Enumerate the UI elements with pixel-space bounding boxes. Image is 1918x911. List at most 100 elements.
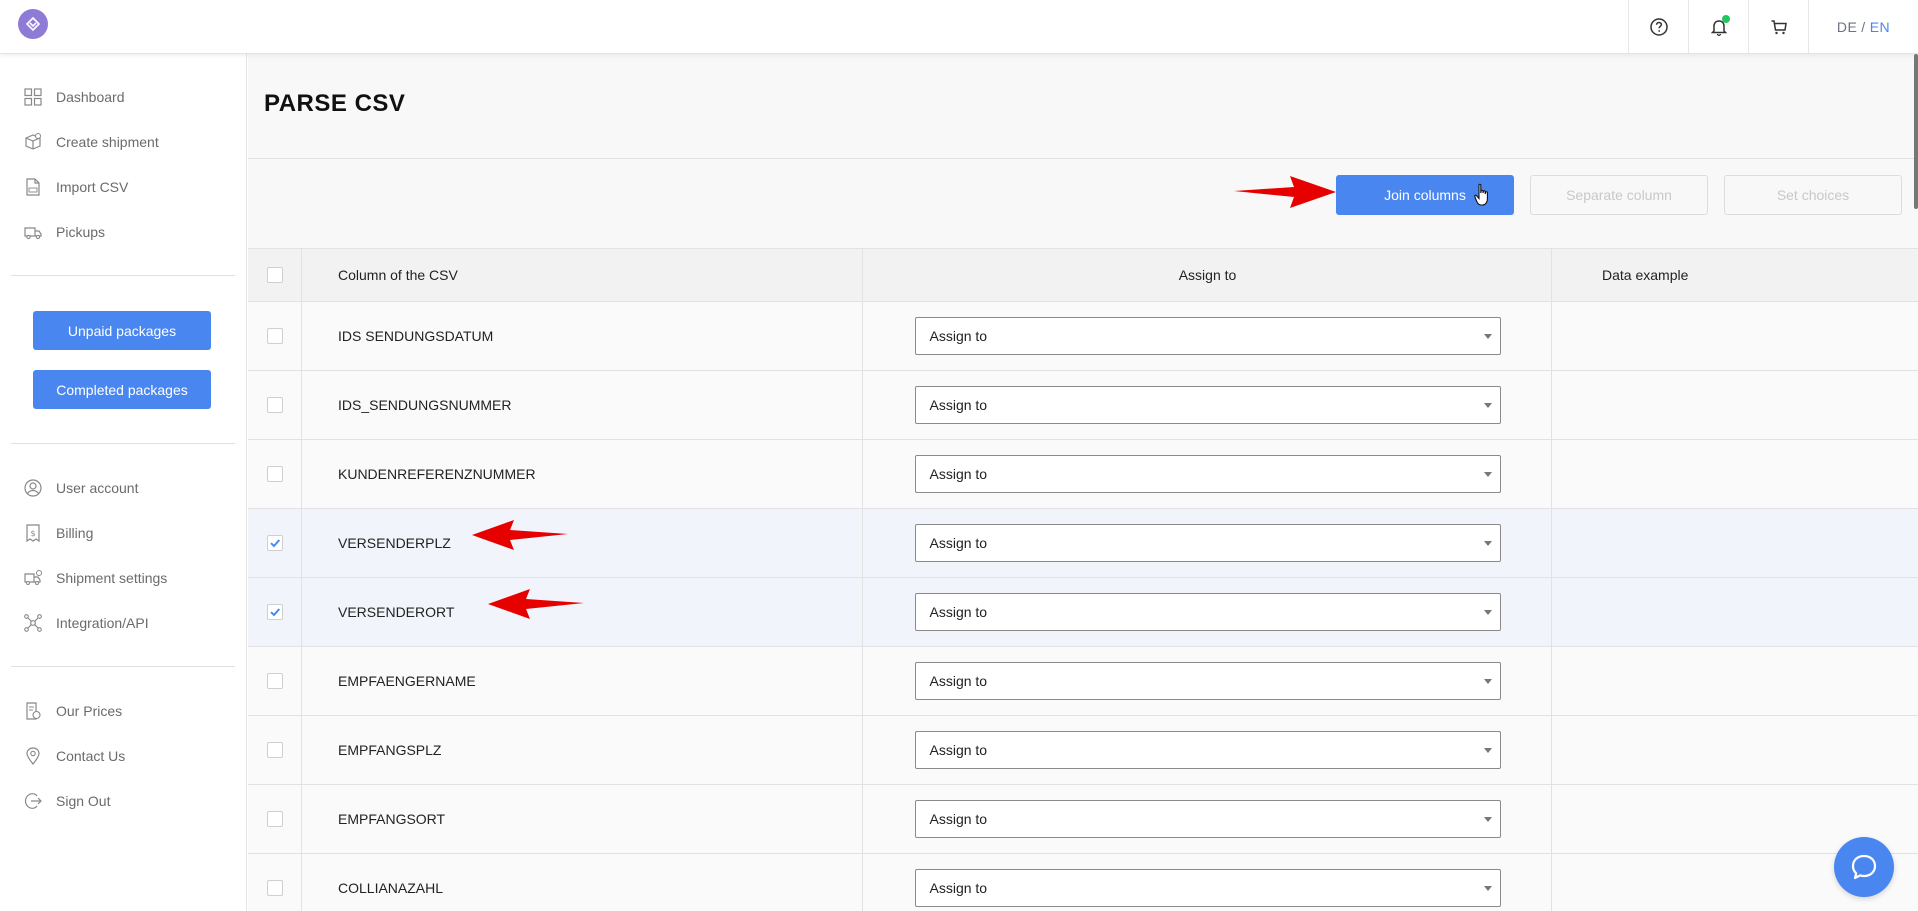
assign-cell: Assign to: [864, 509, 1552, 577]
table-row: EMPFANGSPLZ Assign to: [248, 716, 1918, 785]
chevron-down-icon: [1483, 403, 1492, 408]
sidebar-item-dashboard[interactable]: Dashboard: [0, 74, 246, 119]
annotation-arrow: [1234, 176, 1336, 208]
sidebar-item-contact-us[interactable]: Contact Us: [0, 733, 246, 778]
sidebar-item-our-prices[interactable]: Our Prices: [0, 688, 246, 733]
nav-footer: Our Prices Contact Us Sign Out: [0, 667, 246, 823]
assign-cell: Assign to: [864, 578, 1552, 646]
data-example-cell: [1552, 440, 1918, 508]
scrollbar[interactable]: [1914, 54, 1918, 209]
chevron-down-icon: [1483, 679, 1492, 684]
lang-en[interactable]: EN: [1870, 19, 1890, 35]
assign-cell: Assign to: [864, 854, 1552, 911]
sidebar-item-label: Billing: [56, 524, 94, 541]
row-checkbox[interactable]: [266, 811, 283, 827]
separate-column-button[interactable]: Separate column: [1530, 175, 1708, 215]
assign-cell: Assign to: [864, 716, 1552, 784]
sidebar-item-label: Create shipment: [56, 133, 159, 150]
sidebar-item-shipment-settings[interactable]: Shipment settings: [0, 555, 246, 600]
sidebar-item-billing[interactable]: $ Billing: [0, 510, 246, 555]
sidebar-item-label: Shipment settings: [56, 569, 168, 586]
row-check-cell: [248, 716, 302, 784]
csv-column-name: VERSENDERPLZ: [302, 509, 863, 577]
help-button[interactable]: [1628, 0, 1688, 54]
assign-select-value: Assign to: [929, 535, 988, 551]
assign-cell: Assign to: [864, 371, 1552, 439]
chat-button[interactable]: [1834, 837, 1894, 897]
top-bar: DE / EN: [0, 0, 1918, 54]
csv-column-name: EMPFANGSORT: [302, 785, 863, 853]
csv-column-name: KUNDENREFERENZNUMMER: [302, 440, 863, 508]
sidebar-item-label: Pickups: [56, 223, 106, 240]
row-checkbox[interactable]: [266, 742, 283, 758]
row-checkbox[interactable]: [266, 880, 283, 896]
chevron-down-icon: [1483, 541, 1492, 546]
sidebar-item-label: Our Prices: [56, 702, 123, 719]
page-title: PARSE CSV: [264, 90, 406, 117]
row-checkbox[interactable]: [266, 466, 283, 482]
completed-packages-button[interactable]: Completed packages: [33, 370, 211, 409]
assign-select[interactable]: Assign to: [914, 386, 1501, 424]
sidebar-item-label: Contact Us: [56, 747, 126, 764]
row-checkbox[interactable]: [266, 673, 283, 689]
sidebar-item-sign-out[interactable]: Sign Out: [0, 778, 246, 823]
sidebar-item-create-shipment[interactable]: Create shipment: [0, 119, 246, 164]
sidebar-item-integration-api[interactable]: Integration/API: [0, 600, 246, 645]
sidebar-item-import-csv[interactable]: Import CSV: [0, 164, 246, 209]
assign-select[interactable]: Assign to: [914, 869, 1501, 907]
lang-de[interactable]: DE: [1837, 19, 1857, 35]
chevron-down-icon: [1483, 886, 1492, 891]
chevron-down-icon: [1483, 817, 1492, 822]
assign-select[interactable]: Assign to: [914, 455, 1501, 493]
select-all-checkbox[interactable]: [266, 267, 283, 283]
csv-column-name: COLLIANAZAHL: [302, 854, 863, 911]
table-row: IDS SENDUNGSDATUM Assign to: [248, 302, 1918, 371]
assign-select[interactable]: Assign to: [914, 317, 1501, 355]
row-checkbox[interactable]: [266, 328, 283, 344]
assign-select[interactable]: Assign to: [914, 524, 1501, 562]
truck-icon: [24, 226, 42, 239]
row-checkbox[interactable]: [266, 535, 283, 551]
chat-icon: [1851, 854, 1877, 880]
notifications-button[interactable]: [1688, 0, 1748, 54]
sidebar-item-pickups[interactable]: Pickups: [0, 209, 246, 254]
assign-select[interactable]: Assign to: [914, 662, 1501, 700]
data-example-cell: [1552, 371, 1918, 439]
assign-select-value: Assign to: [929, 880, 988, 896]
nav-account: User account $ Billing Shipment settings…: [0, 444, 246, 645]
set-choices-button[interactable]: Set choices: [1724, 175, 1902, 215]
sidebar-item-label: Integration/API: [56, 614, 149, 631]
data-example-cell: [1552, 578, 1918, 646]
assign-select-value: Assign to: [929, 397, 988, 413]
sidebar-item-user-account[interactable]: User account: [0, 465, 246, 510]
row-check-cell: [248, 854, 302, 911]
unpaid-packages-button[interactable]: Unpaid packages: [33, 311, 211, 350]
data-example-cell: [1552, 716, 1918, 784]
sidebar-item-label: User account: [56, 479, 139, 496]
network-icon: [24, 613, 42, 632]
assign-select-value: Assign to: [929, 742, 988, 758]
assign-select-value: Assign to: [929, 466, 988, 482]
user-icon: [24, 478, 42, 497]
column-header-assign: Assign to: [864, 249, 1552, 301]
assign-select[interactable]: Assign to: [914, 800, 1501, 838]
question-icon: [1649, 18, 1668, 36]
csv-column-name: EMPFAENGERNAME: [302, 647, 863, 715]
column-header-csv: Column of the CSV: [302, 249, 863, 301]
grid-icon: [24, 87, 42, 106]
row-check-cell: [248, 302, 302, 370]
dollar-icon: $: [26, 523, 40, 542]
row-checkbox[interactable]: [266, 604, 283, 620]
chevron-down-icon: [1483, 748, 1492, 753]
cart-button[interactable]: [1748, 0, 1808, 54]
assign-select[interactable]: Assign to: [914, 731, 1501, 769]
data-example-cell: [1552, 509, 1918, 577]
row-checkbox[interactable]: [266, 397, 283, 413]
cart-icon: [1771, 20, 1787, 35]
assign-select[interactable]: Assign to: [914, 593, 1501, 631]
nav-primary: Dashboard Create shipment Import CSV Pic…: [0, 54, 246, 254]
sidebar-item-label: Sign Out: [56, 792, 111, 809]
language-switcher[interactable]: DE / EN: [1808, 0, 1918, 54]
logo-icon[interactable]: [18, 9, 48, 39]
table-row: EMPFAENGERNAME Assign to: [248, 647, 1918, 716]
